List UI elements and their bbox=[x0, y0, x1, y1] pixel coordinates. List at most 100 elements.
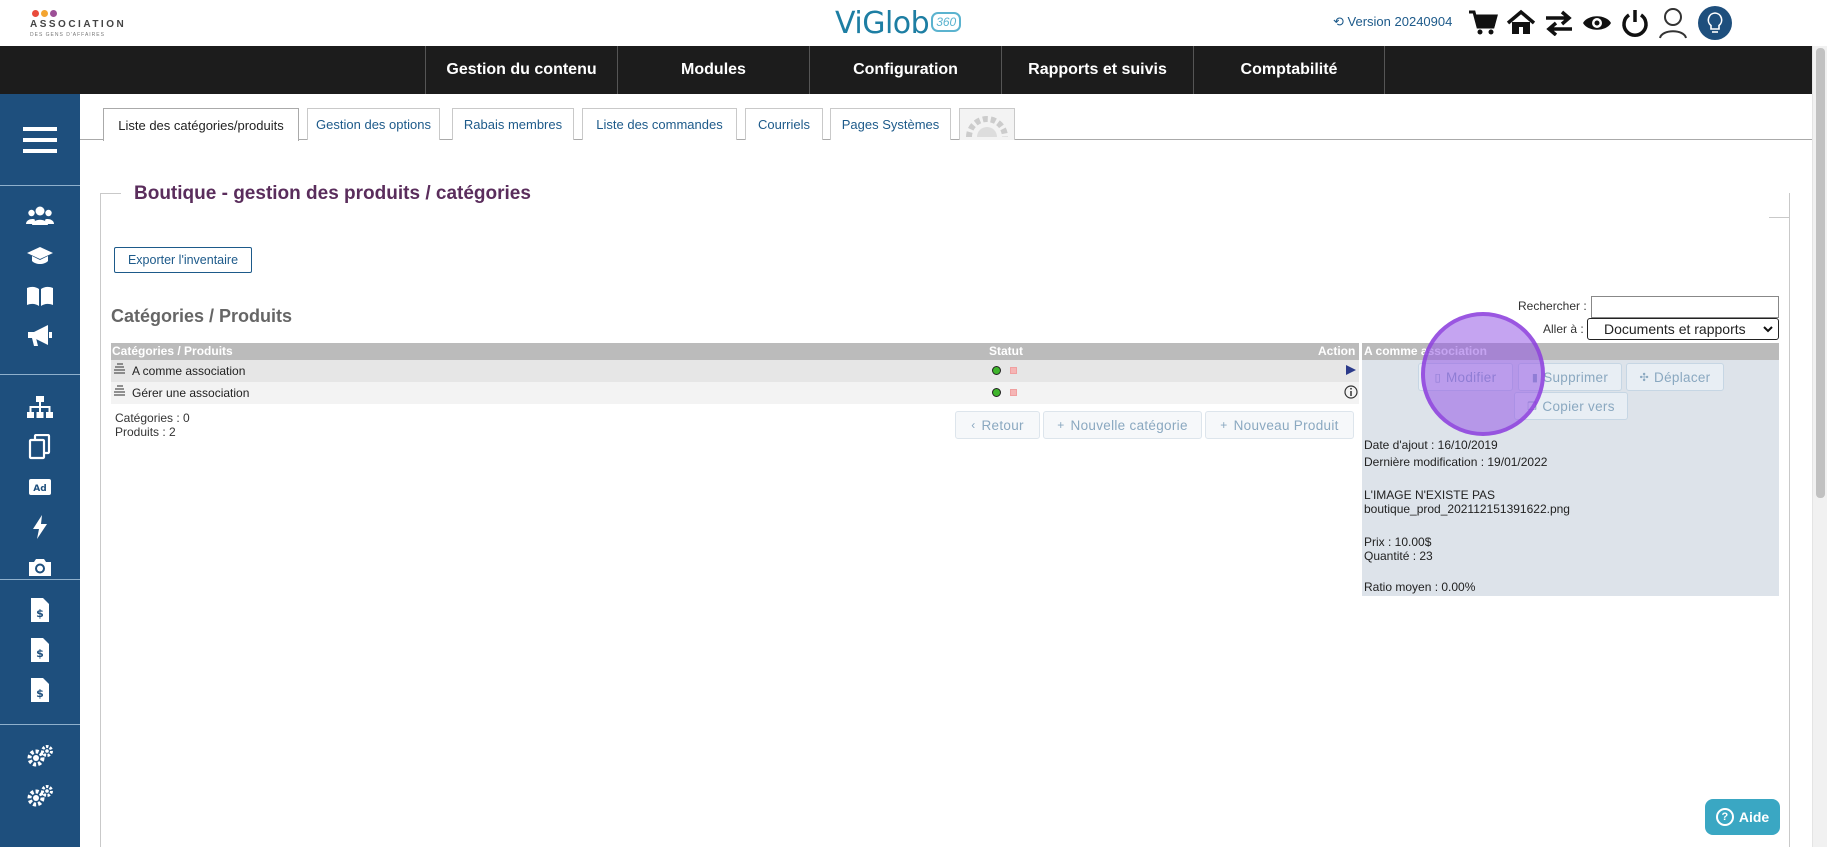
home-icon[interactable] bbox=[1504, 6, 1538, 40]
status-active-icon[interactable] bbox=[992, 388, 1001, 397]
status-inactive-icon[interactable] bbox=[1010, 367, 1017, 374]
graduation-cap-icon[interactable] bbox=[24, 240, 56, 272]
invoice-icon[interactable]: $ bbox=[24, 674, 56, 706]
row-label: A comme association bbox=[132, 364, 246, 378]
edit-button[interactable]: ▯ Modifier bbox=[1418, 363, 1513, 391]
tab-pages-systemes[interactable]: Pages Systèmes bbox=[830, 108, 951, 140]
sitemap-icon[interactable] bbox=[24, 391, 56, 423]
nav-rapports-suivis[interactable]: Rapports et suivis bbox=[1001, 46, 1193, 94]
table-row[interactable]: A comme association bbox=[111, 360, 1359, 382]
nav-modules[interactable]: Modules bbox=[617, 46, 809, 94]
copy-icon[interactable] bbox=[24, 431, 56, 463]
products-count: Produits : 2 bbox=[115, 425, 176, 439]
nav-comptabilite[interactable]: Comptabilité bbox=[1193, 46, 1385, 94]
help-button[interactable]: ? Aide bbox=[1705, 799, 1780, 835]
users-icon[interactable] bbox=[24, 200, 56, 232]
tab-liste-categories-produits[interactable]: Liste des catégories/produits bbox=[103, 108, 299, 141]
status-inactive-icon[interactable] bbox=[1010, 389, 1017, 396]
svg-text:$: $ bbox=[36, 687, 44, 700]
vertical-scrollbar[interactable] bbox=[1812, 46, 1827, 847]
new-product-label: Nouveau Produit bbox=[1233, 417, 1339, 433]
avatar-icon[interactable] bbox=[1698, 6, 1732, 40]
sidebar-divider bbox=[0, 374, 80, 375]
scrollbar-thumb[interactable] bbox=[1816, 48, 1825, 498]
cogs-icon[interactable] bbox=[24, 740, 56, 772]
product-icon bbox=[114, 363, 125, 374]
svg-text:$: $ bbox=[36, 647, 44, 660]
search-label: Rechercher : bbox=[1518, 299, 1587, 313]
sidebar-divider bbox=[0, 724, 80, 725]
copy-to-button[interactable]: ❐ Copier vers bbox=[1514, 392, 1628, 420]
col-header-name: Catégories / Produits bbox=[112, 344, 233, 358]
history-icon: ⟲ bbox=[1333, 14, 1344, 29]
plus-icon: + bbox=[1220, 418, 1228, 432]
tab-gestion-options[interactable]: Gestion des options bbox=[307, 108, 440, 140]
status-active-icon[interactable] bbox=[992, 366, 1001, 375]
page-title: Boutique - gestion des produits / catégo… bbox=[134, 183, 531, 204]
viglob-brand[interactable]: ViGlob 360 bbox=[835, 4, 962, 42]
tab-liste-commandes[interactable]: Liste des commandes bbox=[582, 108, 737, 140]
invoice-icon[interactable]: $ bbox=[24, 594, 56, 626]
version-text: Version 20240904 bbox=[1347, 14, 1453, 29]
table-row[interactable]: Gérer une association bbox=[111, 382, 1359, 404]
top-header: ASSOCIATION DES GENS D'AFFAIRES ViGlob 3… bbox=[0, 0, 1827, 46]
association-logo[interactable]: ASSOCIATION DES GENS D'AFFAIRES bbox=[30, 10, 130, 38]
date-added: Date d'ajout : 16/10/2019 bbox=[1364, 438, 1498, 452]
info-icon[interactable] bbox=[1344, 385, 1358, 399]
section-title: Catégories / Produits bbox=[111, 306, 293, 326]
header-icon-bar bbox=[1466, 6, 1732, 40]
image-missing: L'IMAGE N'EXISTE PAS bbox=[1364, 488, 1496, 502]
svg-text:$: $ bbox=[36, 607, 44, 620]
user-icon[interactable] bbox=[1656, 6, 1690, 40]
search-input[interactable] bbox=[1591, 296, 1779, 318]
ad-icon[interactable]: Ad bbox=[24, 471, 56, 503]
back-button[interactable]: ‹ Retour bbox=[955, 411, 1040, 439]
cart-icon[interactable] bbox=[1466, 6, 1500, 40]
trash-icon: ▮ bbox=[1531, 371, 1539, 384]
main-navigation: Gestion du contenu Modules Configuration… bbox=[0, 46, 1812, 94]
cogs-icon[interactable] bbox=[24, 780, 56, 812]
last-modified: Dernière modification : 19/01/2022 bbox=[1364, 455, 1548, 469]
goto-select[interactable]: Documents et rapports bbox=[1587, 318, 1779, 340]
power-icon[interactable] bbox=[1618, 6, 1652, 40]
export-inventory-button[interactable]: Exporter l'inventaire bbox=[114, 247, 252, 273]
tab-rabais-membres[interactable]: Rabais membres bbox=[452, 108, 574, 140]
sidebar: Ad $ $ $ bbox=[0, 94, 80, 847]
book-icon[interactable] bbox=[24, 280, 56, 312]
brand-name: ViGlob bbox=[835, 5, 930, 41]
copy-icon: ❐ bbox=[1527, 400, 1538, 413]
logo-name: ASSOCIATION bbox=[30, 19, 127, 30]
question-icon: ? bbox=[1715, 808, 1734, 826]
help-label: Aide bbox=[1738, 809, 1770, 825]
col-header-status: Statut bbox=[989, 344, 1023, 358]
eye-icon[interactable] bbox=[1580, 6, 1614, 40]
bolt-icon[interactable] bbox=[24, 511, 56, 543]
app-root: ASSOCIATION DES GENS D'AFFAIRES ViGlob 3… bbox=[0, 0, 1827, 847]
logo-subtitle: DES GENS D'AFFAIRES bbox=[30, 32, 105, 38]
tab-courriels[interactable]: Courriels bbox=[745, 108, 823, 140]
play-arrow-icon[interactable] bbox=[1344, 363, 1358, 377]
new-product-button[interactable]: + Nouveau Produit bbox=[1205, 411, 1354, 439]
swap-icon[interactable] bbox=[1542, 6, 1576, 40]
tab-settings[interactable] bbox=[959, 108, 1015, 140]
image-file: boutique_prod_202112151391622.png bbox=[1364, 502, 1570, 516]
plus-icon: + bbox=[1057, 418, 1065, 432]
delete-button[interactable]: ▮ Supprimer bbox=[1518, 363, 1622, 391]
back-button-label: Retour bbox=[981, 417, 1024, 433]
megaphone-icon[interactable] bbox=[24, 320, 56, 352]
nav-configuration[interactable]: Configuration bbox=[809, 46, 1001, 94]
invoice-icon[interactable]: $ bbox=[24, 634, 56, 666]
move-label: Déplacer bbox=[1654, 369, 1711, 385]
move-button[interactable]: ✣ Déplacer bbox=[1626, 363, 1724, 391]
col-header-action: Action bbox=[1318, 344, 1356, 358]
goto-selected-value: Documents et rapports bbox=[1604, 321, 1746, 337]
version-link[interactable]: ⟲ Version 20240904 bbox=[1333, 14, 1452, 30]
menu-toggle-button[interactable] bbox=[0, 94, 80, 186]
nav-gestion-contenu[interactable]: Gestion du contenu bbox=[425, 46, 617, 94]
new-category-button[interactable]: + Nouvelle catégorie bbox=[1043, 411, 1202, 439]
brand-badge: 360 bbox=[931, 12, 962, 32]
price: Prix : 10.00$ bbox=[1364, 535, 1432, 549]
row-label: Gérer une association bbox=[132, 386, 250, 400]
menu-icon bbox=[23, 126, 57, 153]
chevron-down-icon bbox=[1763, 326, 1773, 333]
